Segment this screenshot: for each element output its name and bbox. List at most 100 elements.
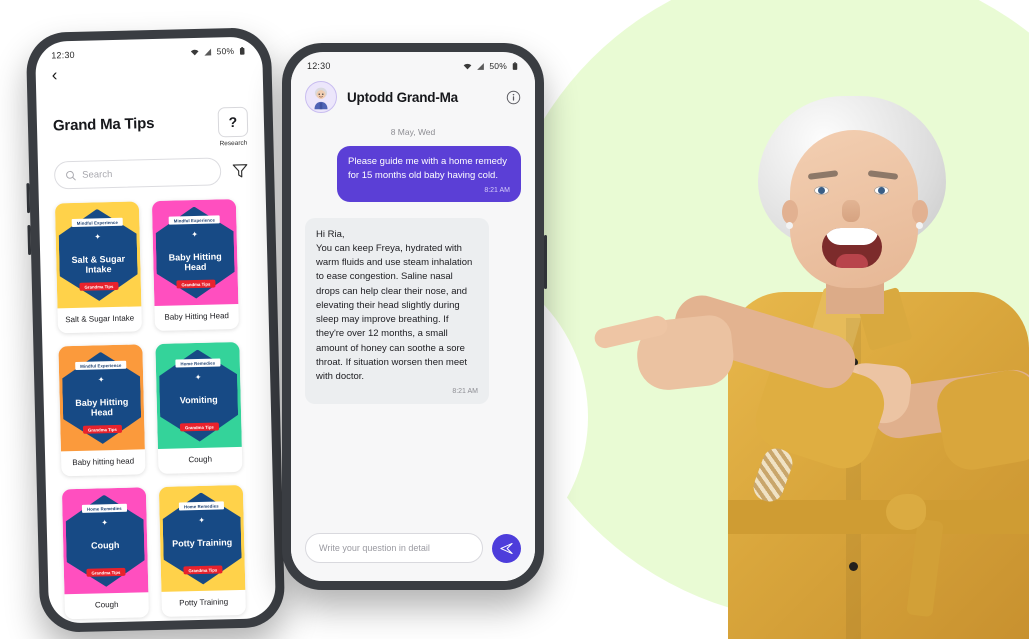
date-divider: 8 May, Wed	[390, 127, 436, 137]
tip-card-tag: Grandma Tips	[183, 565, 223, 575]
tip-card[interactable]: Home Remedies ✦ Vomiting Grandma Tips Cough	[155, 341, 243, 474]
tip-card-ribbon: Home Remedies	[175, 358, 221, 368]
search-row: Search	[38, 146, 266, 190]
message-bubble-incoming: Hi Ria, You can keep Freya, hydrated wit…	[305, 217, 489, 404]
contact-name: Uptodd Grand-Ma	[347, 89, 458, 105]
photo-button	[849, 562, 858, 571]
status-indicators: 50%	[190, 46, 246, 57]
tip-card-label: Salt & Sugar Intake	[65, 313, 135, 325]
photo-mouth	[822, 228, 882, 268]
tip-card[interactable]: Mindful Experience ✦ Baby Hitting Head Gran…	[151, 198, 239, 332]
message-text: Please guide me with a home remedy for 1…	[348, 156, 507, 181]
chat-header: Uptodd Grand-Ma	[291, 73, 535, 123]
tip-card[interactable]: Home Remedies ✦ Cough Grandma Tips Cough	[61, 487, 150, 620]
search-icon	[66, 170, 76, 180]
research-control[interactable]: ? Research	[217, 106, 249, 148]
signal-icon	[204, 48, 212, 56]
filter-funnel-icon[interactable]	[231, 162, 249, 180]
tips-header: Grand Ma Tips ? Research	[36, 80, 265, 152]
tip-card-label: Cough	[188, 454, 213, 465]
tip-card-art-title: Baby Hitting Head	[75, 396, 129, 418]
tip-card-art: Mindful Experience ✦ Baby Hitting Head Gran…	[151, 198, 239, 307]
photo-earring-left	[786, 222, 793, 229]
message-time: 8:21 AM	[452, 388, 478, 396]
photo-ear-right	[912, 200, 928, 224]
sparkle-icon: ✦	[198, 515, 206, 526]
chevron-left-icon[interactable]: ‹	[52, 65, 58, 84]
send-button[interactable]	[492, 533, 521, 563]
tip-card-art: Home Remedies ✦ Potty Training Grandma Tips	[158, 484, 246, 592]
tip-card-label: Baby hitting head	[72, 456, 135, 468]
right-phone-screen: 12:30 50% Uptodd Grand-Ma 8 May, Wed Ple…	[291, 52, 535, 581]
tip-card-art-title: Salt & Sugar Intake	[71, 253, 126, 275]
tip-card-tag: Grandma Tips	[179, 422, 219, 432]
avatar	[308, 84, 334, 110]
photo-eye-right	[874, 186, 889, 195]
sparkle-icon: ✦	[194, 372, 202, 383]
photo-ear-left	[782, 200, 798, 224]
research-button[interactable]: ?	[217, 106, 249, 138]
battery-icon	[239, 46, 245, 55]
tips-card-grid: Mindful Experience ✦ Salt & Sugar Intake Gr…	[39, 184, 276, 620]
message-placeholder: Write your question in detail	[319, 543, 430, 553]
sparkle-icon: ✦	[94, 232, 102, 242]
photo-eye-left	[814, 186, 829, 195]
photo-brow-right	[867, 170, 899, 180]
photo-belt-knot	[886, 494, 926, 530]
left-phone-device: 12:30 50% ‹ Grand Ma Tips ? Research Sea…	[25, 27, 286, 633]
photo-nose	[842, 200, 860, 222]
send-paper-plane-icon	[500, 542, 513, 554]
tip-card-tag: Grandma Tips	[79, 281, 119, 291]
sparkle-icon: ✦	[191, 229, 199, 240]
tip-card-tag: Grandma Tips	[82, 424, 122, 434]
tip-card-label: Baby Hitting Head	[164, 311, 230, 322]
message-composer: Write your question in detail	[291, 521, 535, 581]
tip-card-art: Home Remedies ✦ Vomiting Grandma Tips	[155, 341, 242, 449]
tip-card-art-title: Potty Training	[172, 537, 233, 549]
tip-card-ribbon: Home Remedies	[178, 501, 224, 511]
photo-belt	[728, 500, 1029, 534]
tip-card-art: Home Remedies ✦ Cough Grandma Tips	[61, 487, 149, 595]
status-indicators: 50%	[463, 61, 519, 71]
status-time: 12:30	[307, 61, 331, 71]
tip-card[interactable]: Home Remedies ✦ Potty Training Grandma Tips…	[158, 484, 246, 617]
tip-card-art-title: Cough	[90, 539, 120, 551]
tip-card-ribbon: Mindful Experience	[71, 217, 124, 228]
message-bubble-outgoing: Please guide me with a home remedy for 1…	[337, 146, 521, 202]
tip-card-art: Mindful Experience ✦ Baby Hitting Head Gran…	[58, 344, 145, 452]
power-button[interactable]	[544, 235, 547, 289]
grandma-photo	[592, 96, 1029, 639]
search-placeholder: Search	[82, 168, 113, 181]
grandma-avatar-icon[interactable]	[305, 81, 337, 113]
tip-card-label: Potty Training	[179, 597, 229, 608]
tip-card-label: Cough	[94, 599, 119, 610]
page-title: Grand Ma Tips	[52, 114, 155, 135]
battery-icon	[512, 61, 518, 70]
search-input[interactable]: Search	[53, 157, 222, 190]
message-text: Hi Ria, You can keep Freya, hydrated wit…	[316, 228, 473, 383]
wifi-icon	[464, 63, 472, 69]
volume-down-button[interactable]	[27, 225, 32, 256]
tip-card-ribbon: Home Remedies	[81, 503, 127, 513]
right-phone-device: 12:30 50% Uptodd Grand-Ma 8 May, Wed Ple…	[282, 43, 547, 590]
tip-card[interactable]: Mindful Experience ✦ Salt & Sugar Intake Gr…	[54, 201, 143, 334]
tip-card[interactable]: Mindful Experience ✦ Baby Hitting Head Gran…	[58, 344, 146, 477]
tip-card-art: Mindful Experience ✦ Salt & Sugar Intake Gr…	[54, 201, 142, 309]
message-time: 8:21 AM	[484, 186, 510, 194]
research-label: Research	[219, 139, 248, 148]
sparkle-icon: ✦	[97, 375, 105, 385]
tip-card-tag: Grandma Tips	[86, 567, 126, 577]
battery-percent: 50%	[216, 45, 235, 57]
left-phone-screen: 12:30 50% ‹ Grand Ma Tips ? Research Sea…	[34, 36, 277, 624]
right-status-bar: 12:30 50%	[291, 52, 535, 73]
photo-brow-left	[807, 170, 839, 180]
tip-card-art-title: Vomiting	[179, 394, 218, 406]
tip-card-ribbon: Mindful Experience	[75, 360, 127, 370]
photo-earring-right	[916, 222, 923, 229]
tip-card-ribbon: Mindful Experience	[168, 215, 221, 225]
wifi-icon	[191, 49, 199, 55]
info-icon[interactable]	[506, 90, 521, 105]
volume-up-button[interactable]	[26, 183, 31, 214]
message-input[interactable]: Write your question in detail	[305, 533, 483, 563]
status-time: 12:30	[51, 49, 75, 61]
